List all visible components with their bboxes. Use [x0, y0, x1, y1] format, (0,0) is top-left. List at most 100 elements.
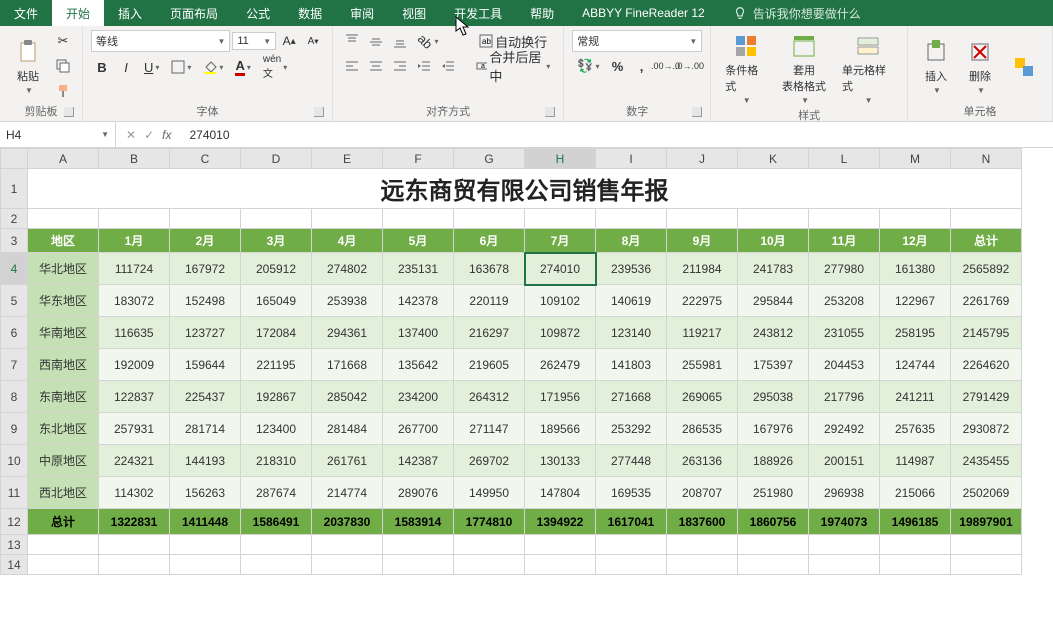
- cell[interactable]: [738, 209, 809, 229]
- cell-N10[interactable]: 2435455: [951, 445, 1022, 477]
- cell[interactable]: [667, 555, 738, 575]
- cell-C5[interactable]: 152498: [170, 285, 241, 317]
- cell-L11[interactable]: 296938: [809, 477, 880, 509]
- cell-J6[interactable]: 119217: [667, 317, 738, 349]
- cell-A4[interactable]: 华北地区: [28, 253, 99, 285]
- cell-E11[interactable]: 214774: [312, 477, 383, 509]
- cell[interactable]: [170, 555, 241, 575]
- cell[interactable]: [596, 209, 667, 229]
- col-header-L[interactable]: L: [809, 149, 880, 169]
- dialog-launcher-icon[interactable]: [64, 107, 74, 117]
- header-cell[interactable]: 总计: [951, 229, 1022, 253]
- cell-I11[interactable]: 169535: [596, 477, 667, 509]
- cell-I8[interactable]: 271668: [596, 381, 667, 413]
- cell-G4[interactable]: 163678: [454, 253, 525, 285]
- cell[interactable]: [738, 555, 809, 575]
- cell-J4[interactable]: 211984: [667, 253, 738, 285]
- total-cell[interactable]: 2037830: [312, 509, 383, 535]
- col-header-C[interactable]: C: [170, 149, 241, 169]
- cell[interactable]: [28, 555, 99, 575]
- cell-H8[interactable]: 171956: [525, 381, 596, 413]
- format-table-button[interactable]: 套用 表格格式▼: [776, 30, 832, 107]
- col-header-M[interactable]: M: [880, 149, 951, 169]
- cell-L10[interactable]: 200151: [809, 445, 880, 477]
- col-header-J[interactable]: J: [667, 149, 738, 169]
- cell-K5[interactable]: 295844: [738, 285, 809, 317]
- cell[interactable]: [99, 555, 170, 575]
- cell[interactable]: [99, 209, 170, 229]
- cell-L6[interactable]: 231055: [809, 317, 880, 349]
- header-cell[interactable]: 1月: [99, 229, 170, 253]
- cell-C6[interactable]: 123727: [170, 317, 241, 349]
- cell-B7[interactable]: 192009: [99, 349, 170, 381]
- cell-styles-button[interactable]: 单元格样式▼: [836, 30, 899, 107]
- cell-N9[interactable]: 2930872: [951, 413, 1022, 445]
- cell-D11[interactable]: 287674: [241, 477, 312, 509]
- cell[interactable]: [99, 535, 170, 555]
- cell-L9[interactable]: 292492: [809, 413, 880, 445]
- font-name-combo[interactable]: 等线▼: [91, 30, 230, 52]
- italic-button[interactable]: I: [115, 56, 137, 78]
- font-size-combo[interactable]: 11▼: [232, 32, 276, 50]
- row-header-10[interactable]: 10: [1, 445, 28, 477]
- cell-F10[interactable]: 142387: [383, 445, 454, 477]
- cell-M4[interactable]: 161380: [880, 253, 951, 285]
- cell-L5[interactable]: 253208: [809, 285, 880, 317]
- cell[interactable]: [525, 555, 596, 575]
- tab-review[interactable]: 审阅: [336, 0, 388, 26]
- cell[interactable]: [170, 535, 241, 555]
- cell-D10[interactable]: 218310: [241, 445, 312, 477]
- cell-H9[interactable]: 189566: [525, 413, 596, 445]
- cell-B5[interactable]: 183072: [99, 285, 170, 317]
- cell-N11[interactable]: 2502069: [951, 477, 1022, 509]
- cell[interactable]: [951, 555, 1022, 575]
- number-format-combo[interactable]: 常规▼: [572, 30, 702, 52]
- align-center-button[interactable]: [365, 55, 387, 77]
- row-header-3[interactable]: 3: [1, 229, 28, 253]
- header-cell[interactable]: 5月: [383, 229, 454, 253]
- cell-D5[interactable]: 165049: [241, 285, 312, 317]
- cell[interactable]: [241, 555, 312, 575]
- cell[interactable]: [809, 209, 880, 229]
- cut-button[interactable]: ✂: [52, 30, 74, 52]
- decrease-font-button[interactable]: A▾: [302, 30, 324, 52]
- cell[interactable]: [667, 209, 738, 229]
- merge-center-button[interactable]: a合并后居中▾: [471, 55, 555, 77]
- total-cell[interactable]: 1322831: [99, 509, 170, 535]
- cell-G6[interactable]: 216297: [454, 317, 525, 349]
- cell-M10[interactable]: 114987: [880, 445, 951, 477]
- total-cell[interactable]: 1394922: [525, 509, 596, 535]
- cell-F4[interactable]: 235131: [383, 253, 454, 285]
- cell[interactable]: [28, 535, 99, 555]
- currency-button[interactable]: 💱▾: [572, 55, 604, 77]
- total-cell[interactable]: 1411448: [170, 509, 241, 535]
- paste-button[interactable]: 粘贴 ▼: [8, 30, 48, 103]
- cell-N7[interactable]: 2264620: [951, 349, 1022, 381]
- formula-input[interactable]: 274010: [181, 126, 1053, 144]
- cell-J11[interactable]: 208707: [667, 477, 738, 509]
- cell-K4[interactable]: 241783: [738, 253, 809, 285]
- cell[interactable]: [880, 535, 951, 555]
- cell-E10[interactable]: 261761: [312, 445, 383, 477]
- cell[interactable]: [454, 209, 525, 229]
- cell[interactable]: [596, 535, 667, 555]
- cell-A8[interactable]: 东南地区: [28, 381, 99, 413]
- header-cell[interactable]: 7月: [525, 229, 596, 253]
- cell-J5[interactable]: 222975: [667, 285, 738, 317]
- row-header-5[interactable]: 5: [1, 285, 28, 317]
- delete-cells-button[interactable]: 删除▼: [960, 30, 1000, 103]
- col-header-I[interactable]: I: [596, 149, 667, 169]
- cell-C4[interactable]: 167972: [170, 253, 241, 285]
- cell-I6[interactable]: 123140: [596, 317, 667, 349]
- cell[interactable]: [312, 209, 383, 229]
- increase-indent-button[interactable]: [437, 55, 459, 77]
- bold-button[interactable]: B: [91, 56, 113, 78]
- cell-D6[interactable]: 172084: [241, 317, 312, 349]
- align-bottom-button[interactable]: [389, 30, 411, 52]
- cell-K6[interactable]: 243812: [738, 317, 809, 349]
- fill-color-button[interactable]: ▾: [198, 56, 228, 78]
- cell-A5[interactable]: 华东地区: [28, 285, 99, 317]
- cell[interactable]: [880, 555, 951, 575]
- increase-font-button[interactable]: A▴: [278, 30, 300, 52]
- col-header-G[interactable]: G: [454, 149, 525, 169]
